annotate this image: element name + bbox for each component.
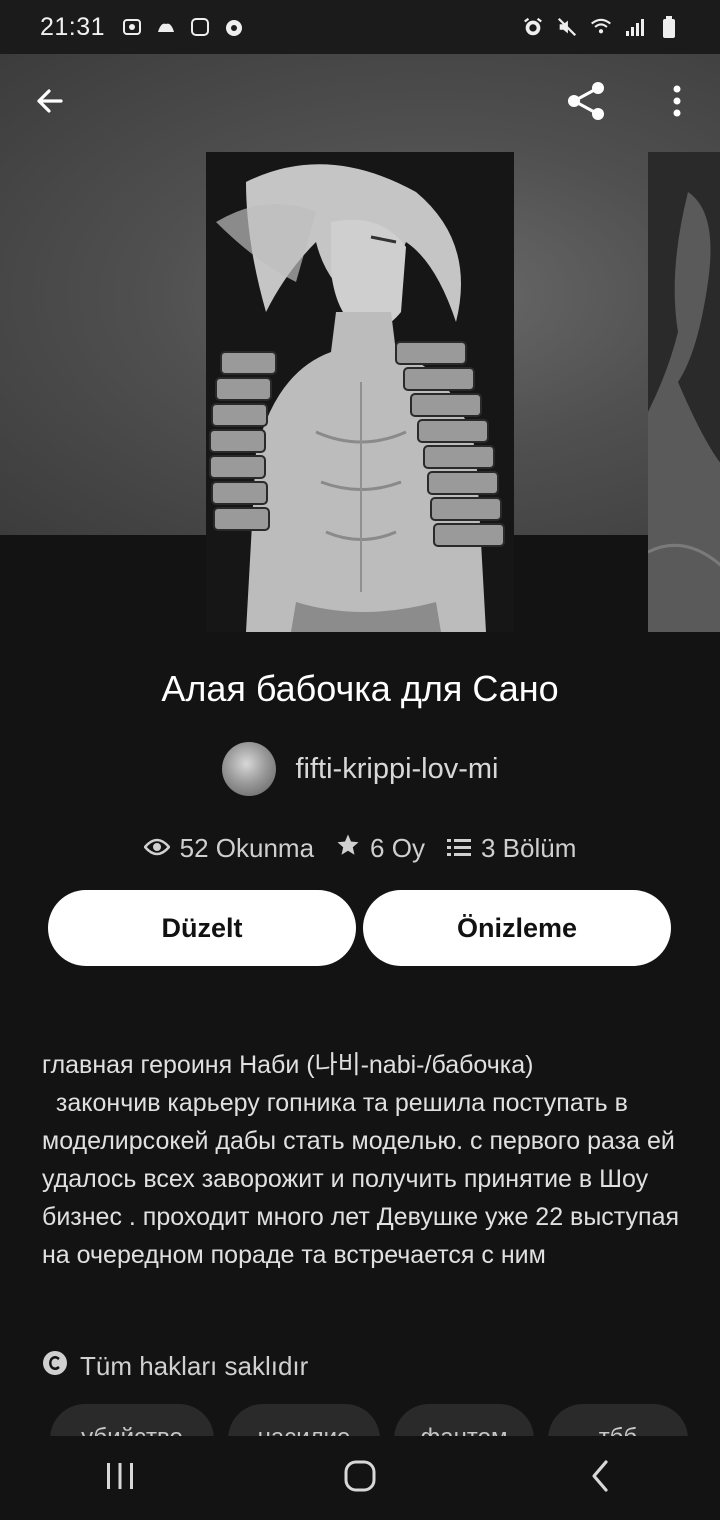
status-left-icons [121,16,245,38]
status-bar: 21:31 [0,0,720,54]
alarm-icon [522,16,544,38]
system-nav-bar [0,1436,720,1520]
back-chevron-icon [589,1459,611,1498]
parts-stat: 3 Bölüm [446,832,577,864]
battery-icon [658,16,680,38]
copyright-text: Tüm hakları saklıdır [80,1350,309,1381]
star-icon [336,833,360,864]
votes-count: 6 Oy [370,832,425,863]
author-row[interactable]: fifti-krippi-lov-mi [0,742,720,796]
pawprint-icon [223,16,245,38]
mute-icon [556,16,578,38]
square-icon [189,16,211,38]
preview-button[interactable]: Önizleme [363,890,671,966]
author-avatar[interactable] [221,742,276,796]
screen: 21:31 Алая бабочка для Сано fifti-krippi… [0,0,720,1520]
votes-stat: 6 Oy [336,833,425,864]
tags-row: убийство насилие фантом тбб [0,1404,720,1440]
copyright-icon [42,1350,68,1383]
story-stats: 52 Okunma 6 Oy 3 Bölüm [0,828,720,868]
share-icon [564,79,608,128]
tag-chip[interactable]: насилие [228,1404,380,1440]
story-cover-image[interactable] [206,152,514,632]
share-button[interactable] [561,78,611,128]
next-cover-illustration [648,152,720,632]
ig-bunny-icon [121,16,143,38]
home-icon [343,1459,377,1498]
home-button[interactable] [320,1448,400,1508]
more-options-button[interactable] [652,78,702,128]
recents-button[interactable] [80,1448,160,1508]
signal-icon [624,16,646,38]
cover-illustration [206,152,514,632]
eye-icon [142,833,171,864]
more-vert-icon [672,84,682,123]
edit-button[interactable]: Düzelt [48,890,356,966]
tag-chip[interactable]: фантом [394,1404,534,1440]
tag-chip[interactable]: тбб [548,1404,688,1440]
wifi-icon [590,16,612,38]
story-description: главная героиня Наби (나비-nabi-/бабочка) … [42,1051,680,1269]
back-button[interactable] [24,78,74,128]
recents-icon [104,1461,136,1496]
parts-count: 3 Bölüm [480,832,577,863]
status-right-icons [522,16,680,38]
copyright-row: Tüm hakları saklıdır [42,1346,308,1386]
status-time: 21:31 [40,12,106,41]
reads-stat: 52 Okunma [142,832,315,864]
arrow-left-icon [33,85,65,122]
story-title: Алая бабочка для Сано [161,668,559,709]
reads-count: 52 Okunma [179,832,315,863]
author-name[interactable]: fifti-krippi-lov-mi [296,753,499,786]
tag-chip[interactable]: убийство [50,1404,214,1440]
next-cover-image[interactable] [648,152,720,632]
list-icon [446,833,471,864]
game-icon [155,16,177,38]
system-back-button[interactable] [560,1448,640,1508]
